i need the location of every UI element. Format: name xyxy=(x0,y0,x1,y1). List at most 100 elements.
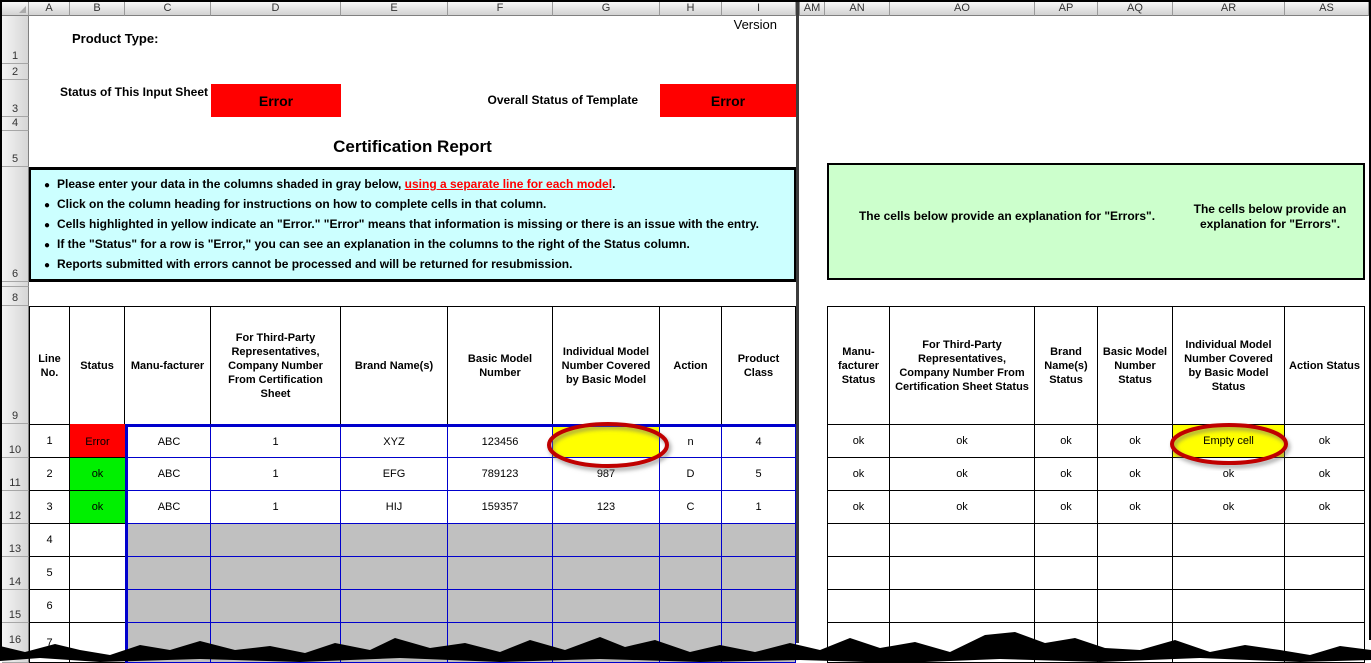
cell-I16[interactable] xyxy=(722,623,796,663)
cell-I15[interactable] xyxy=(722,590,796,623)
header-product-class[interactable]: Product Class xyxy=(722,306,796,424)
cell-AQ10[interactable]: ok xyxy=(1098,424,1173,458)
cell-AQ12[interactable]: ok xyxy=(1098,491,1173,524)
header-individual-model-number[interactable]: Individual Model Number Covered by Basic… xyxy=(553,306,660,424)
cell-H11[interactable]: D xyxy=(660,458,722,491)
header-basic-model-number-status[interactable]: Basic Model Number Status xyxy=(1098,306,1173,424)
cell-AS11[interactable]: ok xyxy=(1285,458,1365,491)
row-header-1[interactable]: 1 xyxy=(2,16,29,64)
cell-AO12[interactable]: ok xyxy=(890,491,1035,524)
cell-AR16[interactable] xyxy=(1173,623,1285,663)
instructions-box[interactable]: ●Please enter your data in the columns s… xyxy=(29,167,796,282)
cell-AN11[interactable]: ok xyxy=(827,458,890,491)
cell-C15[interactable] xyxy=(125,590,211,623)
cell-B15-status[interactable] xyxy=(70,590,125,623)
cell-B16-status[interactable] xyxy=(70,623,125,663)
cell-D13[interactable] xyxy=(211,524,341,557)
cell-AO11[interactable]: ok xyxy=(890,458,1035,491)
overall-status-value[interactable]: Error xyxy=(660,84,796,117)
cell-D11[interactable]: 1 xyxy=(211,458,341,491)
row-header-11[interactable]: 11 xyxy=(2,458,29,491)
cell-AO15[interactable] xyxy=(890,590,1035,623)
col-header-AP[interactable]: AP xyxy=(1035,2,1098,16)
cell-G11[interactable]: 987 xyxy=(553,458,660,491)
cell-C12[interactable]: ABC xyxy=(125,491,211,524)
col-header-AO[interactable]: AO xyxy=(890,2,1035,16)
separate-line-link[interactable]: using a separate line for each model xyxy=(405,177,612,191)
cell-B14-status[interactable] xyxy=(70,557,125,590)
cell-H13[interactable] xyxy=(660,524,722,557)
cell-AP11[interactable]: ok xyxy=(1035,458,1098,491)
header-line-no[interactable]: Line No. xyxy=(29,306,70,424)
cell-AR13[interactable] xyxy=(1173,524,1285,557)
cell-B13-status[interactable] xyxy=(70,524,125,557)
header-company-number[interactable]: For Third-Party Representatives, Company… xyxy=(211,306,341,424)
row-header-3[interactable]: 3 xyxy=(2,80,29,117)
row-header-9[interactable]: 9 xyxy=(2,306,29,424)
row-header-5[interactable]: 5 xyxy=(2,131,29,167)
cell-AN16[interactable] xyxy=(827,623,890,663)
col-header-AQ[interactable]: AQ xyxy=(1098,2,1173,16)
col-header-H[interactable]: H xyxy=(660,2,722,16)
col-header-I[interactable]: I xyxy=(722,2,796,16)
cell-G15[interactable] xyxy=(553,590,660,623)
input-sheet-status-label[interactable]: Status of This Input Sheet xyxy=(40,85,208,100)
header-individual-model-number-status[interactable]: Individual Model Number Covered by Basic… xyxy=(1173,306,1285,424)
cell-F16[interactable] xyxy=(448,623,553,663)
header-brand-names[interactable]: Brand Name(s) xyxy=(341,306,448,424)
col-header-AM[interactable]: AM xyxy=(800,2,825,16)
col-header-D[interactable]: D xyxy=(211,2,341,16)
cell-AN14[interactable] xyxy=(827,557,890,590)
cell-AP10[interactable]: ok xyxy=(1035,424,1098,458)
cell-E10[interactable]: XYZ xyxy=(341,424,448,458)
row-header-16[interactable]: 16 xyxy=(2,623,29,663)
col-header-C[interactable]: C xyxy=(125,2,211,16)
header-status[interactable]: Status xyxy=(70,306,125,424)
cell-F15[interactable] xyxy=(448,590,553,623)
col-header-AR[interactable]: AR xyxy=(1173,2,1285,16)
cell-AO16[interactable] xyxy=(890,623,1035,663)
cell-H16[interactable] xyxy=(660,623,722,663)
overall-status-label[interactable]: Overall Status of Template xyxy=(420,93,638,107)
cell-C14[interactable] xyxy=(125,557,211,590)
cell-AO13[interactable] xyxy=(890,524,1035,557)
cell-AR14[interactable] xyxy=(1173,557,1285,590)
cell-AR15[interactable] xyxy=(1173,590,1285,623)
cell-AN12[interactable]: ok xyxy=(827,491,890,524)
cell-E16[interactable] xyxy=(341,623,448,663)
header-action[interactable]: Action xyxy=(660,306,722,424)
cell-H12[interactable]: C xyxy=(660,491,722,524)
cell-AN15[interactable] xyxy=(827,590,890,623)
cell-AQ11[interactable]: ok xyxy=(1098,458,1173,491)
header-basic-model-number[interactable]: Basic Model Number xyxy=(448,306,553,424)
cell-AR12[interactable]: ok xyxy=(1173,491,1285,524)
cell-C11[interactable]: ABC xyxy=(125,458,211,491)
cell-H10[interactable]: n xyxy=(660,424,722,458)
cell-C10[interactable]: ABC xyxy=(125,424,211,458)
input-sheet-status-value[interactable]: Error xyxy=(211,84,341,117)
cell-B11-status[interactable]: ok xyxy=(70,458,125,491)
row-header-14[interactable]: 14 xyxy=(2,557,29,590)
row-header-6[interactable]: 6 xyxy=(2,167,29,282)
cell-D12[interactable]: 1 xyxy=(211,491,341,524)
cell-A12[interactable]: 3 xyxy=(29,491,70,524)
cell-D10[interactable]: 1 xyxy=(211,424,341,458)
cell-G16[interactable] xyxy=(553,623,660,663)
product-type-label[interactable]: Product Type: xyxy=(72,31,158,46)
cell-AO14[interactable] xyxy=(890,557,1035,590)
cell-AN13[interactable] xyxy=(827,524,890,557)
cell-D15[interactable] xyxy=(211,590,341,623)
cell-I12[interactable]: 1 xyxy=(722,491,796,524)
cell-AS10[interactable]: ok xyxy=(1285,424,1365,458)
header-manufacturer-status[interactable]: Manu-facturer Status xyxy=(827,306,890,424)
row-header-13[interactable]: 13 xyxy=(2,524,29,557)
col-header-G[interactable]: G xyxy=(553,2,660,16)
cell-F14[interactable] xyxy=(448,557,553,590)
cell-AP14[interactable] xyxy=(1035,557,1098,590)
cell-F12[interactable]: 159357 xyxy=(448,491,553,524)
cell-G10-error-highlight[interactable] xyxy=(553,424,660,458)
row-header-10[interactable]: 10 xyxy=(2,424,29,458)
cell-AS12[interactable]: ok xyxy=(1285,491,1365,524)
errors-explanation-box[interactable]: The cells below provide an explanation f… xyxy=(827,163,1365,280)
cell-G12[interactable]: 123 xyxy=(553,491,660,524)
